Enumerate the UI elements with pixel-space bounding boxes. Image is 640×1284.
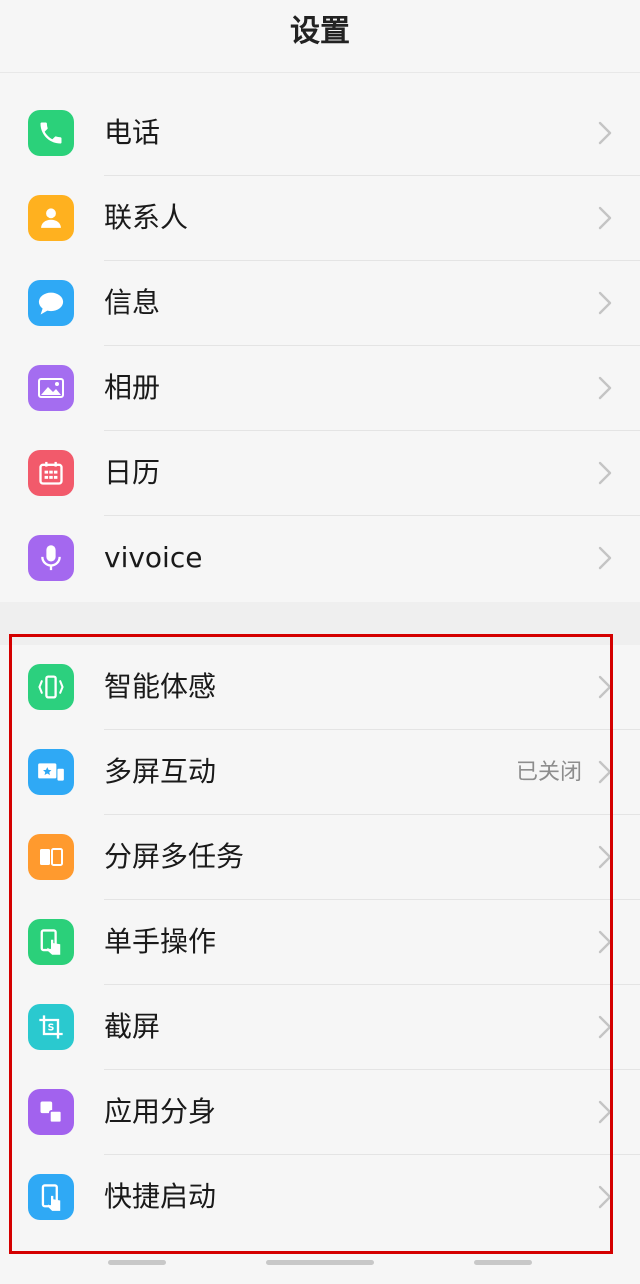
multi-screen-icon — [28, 749, 74, 795]
settings-item-label: 单手操作 — [104, 925, 217, 958]
screenshot-icon: S — [28, 1004, 74, 1050]
app-clone-icon — [28, 1089, 74, 1135]
section-separator — [0, 602, 640, 645]
motion-sense-icon — [28, 664, 74, 710]
top-spacer — [0, 73, 640, 91]
chevron-right-icon — [598, 760, 612, 784]
settings-item-phone[interactable]: 电话 — [0, 91, 640, 176]
settings-item-label: 信息 — [104, 286, 161, 319]
status-value: 已关闭 — [515, 760, 582, 785]
settings-item-vivoice[interactable]: vivoice — [0, 516, 640, 601]
quick-launch-icon — [28, 1174, 74, 1220]
chevron-right-icon — [598, 461, 612, 485]
settings-item-label: 应用分身 — [104, 1095, 217, 1128]
chevron-right-icon — [598, 206, 612, 230]
chevron-right-icon — [598, 1100, 612, 1124]
chevron-right-icon — [598, 1015, 612, 1039]
chevron-right-icon — [598, 1185, 612, 1209]
settings-item-split-screen[interactable]: 分屏多任务 — [0, 815, 640, 900]
nav-recents-indicator[interactable] — [474, 1260, 532, 1265]
header: 设置 — [0, 0, 640, 73]
settings-item-motion-sense[interactable]: 智能体感 — [0, 645, 640, 730]
chevron-right-icon — [598, 121, 612, 145]
settings-item-screenshot[interactable]: S 截屏 — [0, 985, 640, 1070]
split-screen-icon — [28, 834, 74, 880]
microphone-icon — [28, 535, 74, 581]
svg-text:S: S — [48, 1023, 55, 1034]
message-icon — [28, 280, 74, 326]
settings-item-gallery[interactable]: 相册 — [0, 346, 640, 431]
chevron-right-icon — [598, 376, 612, 400]
settings-item-one-hand[interactable]: 单手操作 — [0, 900, 640, 985]
settings-item-label: 联系人 — [104, 201, 189, 234]
settings-page: 设置 电话 联系人 信息 相册 日历 vivoice 智能体感 多屏互动 已关闭… — [0, 0, 640, 1284]
page-title: 设置 — [290, 14, 350, 49]
chevron-right-icon — [598, 546, 612, 570]
settings-item-label: 快捷启动 — [104, 1180, 217, 1213]
settings-item-contacts[interactable]: 联系人 — [0, 176, 640, 261]
settings-item-label: 多屏互动 — [104, 755, 217, 788]
settings-item-calendar[interactable]: 日历 — [0, 431, 640, 516]
settings-item-label: 截屏 — [104, 1010, 161, 1043]
chevron-right-icon — [598, 845, 612, 869]
settings-item-messages[interactable]: 信息 — [0, 261, 640, 346]
settings-item-quick-launch[interactable]: 快捷启动 — [0, 1155, 640, 1240]
settings-item-label: 分屏多任务 — [104, 840, 245, 873]
settings-item-label: vivoice — [104, 541, 203, 574]
settings-group-apps: 电话 联系人 信息 相册 日历 vivoice — [0, 91, 640, 601]
contacts-icon — [28, 195, 74, 241]
settings-item-label: 智能体感 — [104, 670, 217, 703]
navigation-bar — [0, 1256, 640, 1284]
chevron-right-icon — [598, 291, 612, 315]
gallery-icon — [28, 365, 74, 411]
one-hand-icon — [28, 919, 74, 965]
settings-item-label: 相册 — [104, 371, 161, 404]
settings-group-features: 智能体感 多屏互动 已关闭 分屏多任务 单手操作 S 截屏 应用分身 快捷启动 — [0, 645, 640, 1240]
nav-home-indicator[interactable] — [266, 1260, 374, 1265]
calendar-icon — [28, 450, 74, 496]
settings-item-label: 日历 — [104, 456, 161, 489]
settings-item-app-clone[interactable]: 应用分身 — [0, 1070, 640, 1155]
phone-icon — [28, 110, 74, 156]
chevron-right-icon — [598, 675, 612, 699]
settings-item-multi-screen[interactable]: 多屏互动 已关闭 — [0, 730, 640, 815]
nav-back-indicator[interactable] — [108, 1260, 166, 1265]
settings-item-label: 电话 — [104, 116, 161, 149]
chevron-right-icon — [598, 930, 612, 954]
